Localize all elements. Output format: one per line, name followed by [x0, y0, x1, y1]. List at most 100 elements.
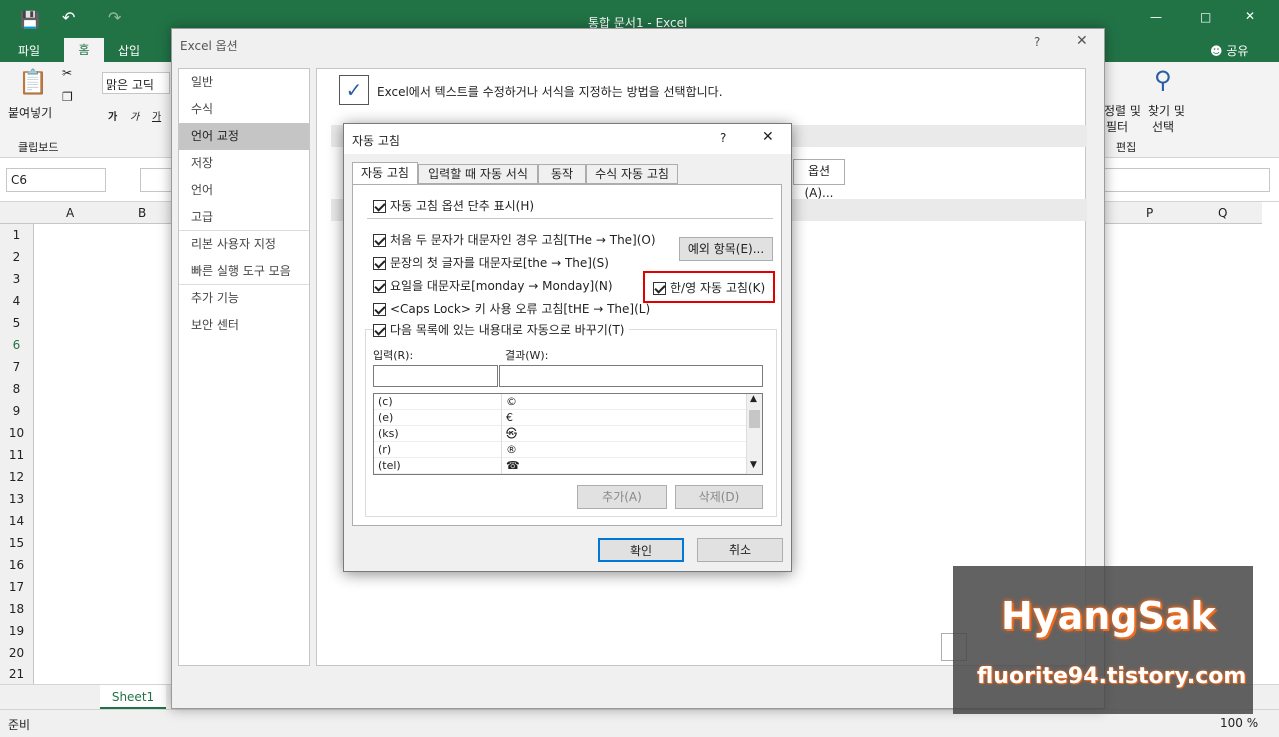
sort-label[interactable]: 정렬 및: [1104, 102, 1141, 119]
options-close-icon[interactable]: ✕: [1076, 33, 1088, 49]
underline-button[interactable]: 가: [152, 108, 161, 123]
cancel-button[interactable]: 취소: [697, 538, 783, 562]
column-q[interactable]: Q: [1218, 206, 1227, 220]
name-box[interactable]: C6: [6, 168, 106, 192]
checkbox-checked-icon[interactable]: [373, 257, 386, 270]
row-13[interactable]: 13: [0, 488, 33, 510]
paste-label[interactable]: 붙여넣기: [8, 104, 52, 121]
row-1[interactable]: 1: [0, 224, 33, 246]
row-20[interactable]: 20: [0, 642, 33, 664]
checkbox-checked-icon[interactable]: [373, 280, 386, 293]
row-19[interactable]: 19: [0, 620, 33, 642]
row-16[interactable]: 16: [0, 554, 33, 576]
tab-actions[interactable]: 동작: [538, 164, 586, 184]
delete-button[interactable]: 삭제(D): [675, 485, 763, 509]
row-15[interactable]: 15: [0, 532, 33, 554]
tab-math-autocorrect[interactable]: 수식 자동 고침: [586, 164, 678, 184]
sidebar-item-trust-center[interactable]: 보안 센터: [179, 312, 309, 339]
caps-lock-option[interactable]: <Caps Lock> 키 사용 오류 고침[tHE → The](L): [373, 300, 650, 317]
bold-button[interactable]: 가: [108, 108, 117, 123]
row-9[interactable]: 9: [0, 400, 33, 422]
checkbox-checked-icon[interactable]: [373, 234, 386, 247]
row-11[interactable]: 11: [0, 444, 33, 466]
sidebar-item-quick-access[interactable]: 빠른 실행 도구 모음: [179, 258, 309, 285]
tab-autocorrect[interactable]: 자동 고침: [352, 162, 418, 184]
sidebar-item-language[interactable]: 언어: [179, 177, 309, 204]
row-12[interactable]: 12: [0, 466, 33, 488]
show-buttons-option[interactable]: 자동 고침 옵션 단추 표시(H): [373, 197, 534, 214]
help-icon[interactable]: ?: [1034, 35, 1040, 49]
capitalize-days-option[interactable]: 요일을 대문자로[monday → Monday](N): [373, 277, 613, 294]
row-3[interactable]: 3: [0, 268, 33, 290]
row-2[interactable]: 2: [0, 246, 33, 268]
find-label[interactable]: 찾기 및: [1148, 102, 1185, 119]
close-icon[interactable]: ✕: [1245, 9, 1255, 23]
font-select[interactable]: 맑은 고딕: [102, 72, 170, 94]
dialog-close-icon[interactable]: ✕: [762, 129, 774, 145]
italic-button[interactable]: 가: [130, 108, 139, 123]
column-b[interactable]: B: [138, 206, 146, 220]
minimize-icon[interactable]: —: [1150, 10, 1162, 24]
sidebar-item-addins[interactable]: 추가 기능: [179, 285, 309, 312]
list-item[interactable]: (r) ®: [374, 442, 762, 458]
checkbox-checked-icon[interactable]: [373, 200, 386, 213]
select-label[interactable]: 선택: [1152, 118, 1174, 135]
replace-text-option[interactable]: 다음 목록에 있는 내용대로 자동으로 바꾸기(T): [373, 321, 629, 338]
row-14[interactable]: 14: [0, 510, 33, 532]
tab-file[interactable]: 파일: [18, 42, 40, 59]
list-item[interactable]: (tel) ☎: [374, 458, 762, 474]
tab-home[interactable]: 홈: [64, 38, 104, 62]
row-7[interactable]: 7: [0, 356, 33, 378]
tab-autoformat[interactable]: 입력할 때 자동 서식: [418, 164, 538, 184]
share-button[interactable]: ☻ 공유: [1210, 42, 1248, 59]
scroll-down-icon[interactable]: ▼: [750, 460, 757, 470]
list-scrollbar[interactable]: ▲ ▼: [746, 394, 762, 474]
with-input[interactable]: [499, 365, 763, 387]
save-icon[interactable]: 💾: [20, 10, 40, 29]
undo-icon[interactable]: ↶: [62, 8, 75, 27]
replacement-list[interactable]: (c) © (e) € (ks) ㉿ (r) ® (tel) ☎ ▲ ▼: [373, 393, 763, 475]
scroll-up-icon[interactable]: ▲: [750, 394, 757, 404]
list-item[interactable]: (c) ©: [374, 394, 762, 410]
row-21[interactable]: 21: [0, 664, 33, 684]
list-item[interactable]: (ks) ㉿: [374, 426, 762, 442]
row-4[interactable]: 4: [0, 290, 33, 312]
tab-insert[interactable]: 삽입: [118, 42, 140, 59]
autocorrect-options-button[interactable]: 옵션(A)...: [793, 159, 845, 200]
sidebar-item-customize-ribbon[interactable]: 리본 사용자 지정: [179, 231, 309, 258]
capitalize-sentence-option[interactable]: 문장의 첫 글자를 대문자로[the → The](S): [373, 254, 609, 271]
sidebar-item-formulas[interactable]: 수식: [179, 96, 309, 123]
checkbox-checked-icon[interactable]: [653, 282, 666, 295]
row-10[interactable]: 10: [0, 422, 33, 444]
filter-label[interactable]: 필터: [1106, 118, 1128, 135]
checkbox-checked-icon[interactable]: [373, 303, 386, 316]
row-5[interactable]: 5: [0, 312, 33, 334]
row-18[interactable]: 18: [0, 598, 33, 620]
row-8[interactable]: 8: [0, 378, 33, 400]
exceptions-button[interactable]: 예외 항목(E)...: [679, 237, 773, 261]
paste-icon[interactable]: 📋: [18, 68, 48, 96]
list-item[interactable]: (e) €: [374, 410, 762, 426]
sidebar-item-save[interactable]: 저장: [179, 150, 309, 177]
row-17[interactable]: 17: [0, 576, 33, 598]
add-button[interactable]: 추가(A): [577, 485, 667, 509]
cut-icon[interactable]: ✂: [62, 66, 72, 80]
column-a[interactable]: A: [66, 206, 74, 220]
row-6[interactable]: 6: [0, 334, 33, 356]
zoom-level[interactable]: 100 %: [1220, 716, 1258, 730]
maximize-icon[interactable]: □: [1200, 10, 1211, 24]
checkbox-checked-icon[interactable]: [373, 324, 386, 337]
sidebar-item-proofing[interactable]: 언어 교정: [179, 123, 309, 150]
redo-icon[interactable]: ↷: [108, 8, 121, 27]
replace-input[interactable]: [373, 365, 498, 387]
ok-button[interactable]: 확인: [598, 538, 684, 562]
sidebar-item-advanced[interactable]: 고급: [179, 204, 309, 231]
find-icon[interactable]: ⚲: [1154, 66, 1172, 94]
copy-icon[interactable]: ❐: [62, 90, 73, 104]
scroll-thumb[interactable]: [749, 410, 760, 428]
sheet-tab[interactable]: Sheet1: [100, 685, 166, 709]
column-p[interactable]: P: [1146, 206, 1153, 220]
hanyoung-option[interactable]: 한/영 자동 고침(K): [643, 271, 775, 303]
dialog-help-icon[interactable]: ?: [720, 131, 726, 145]
sidebar-item-general[interactable]: 일반: [179, 69, 309, 96]
